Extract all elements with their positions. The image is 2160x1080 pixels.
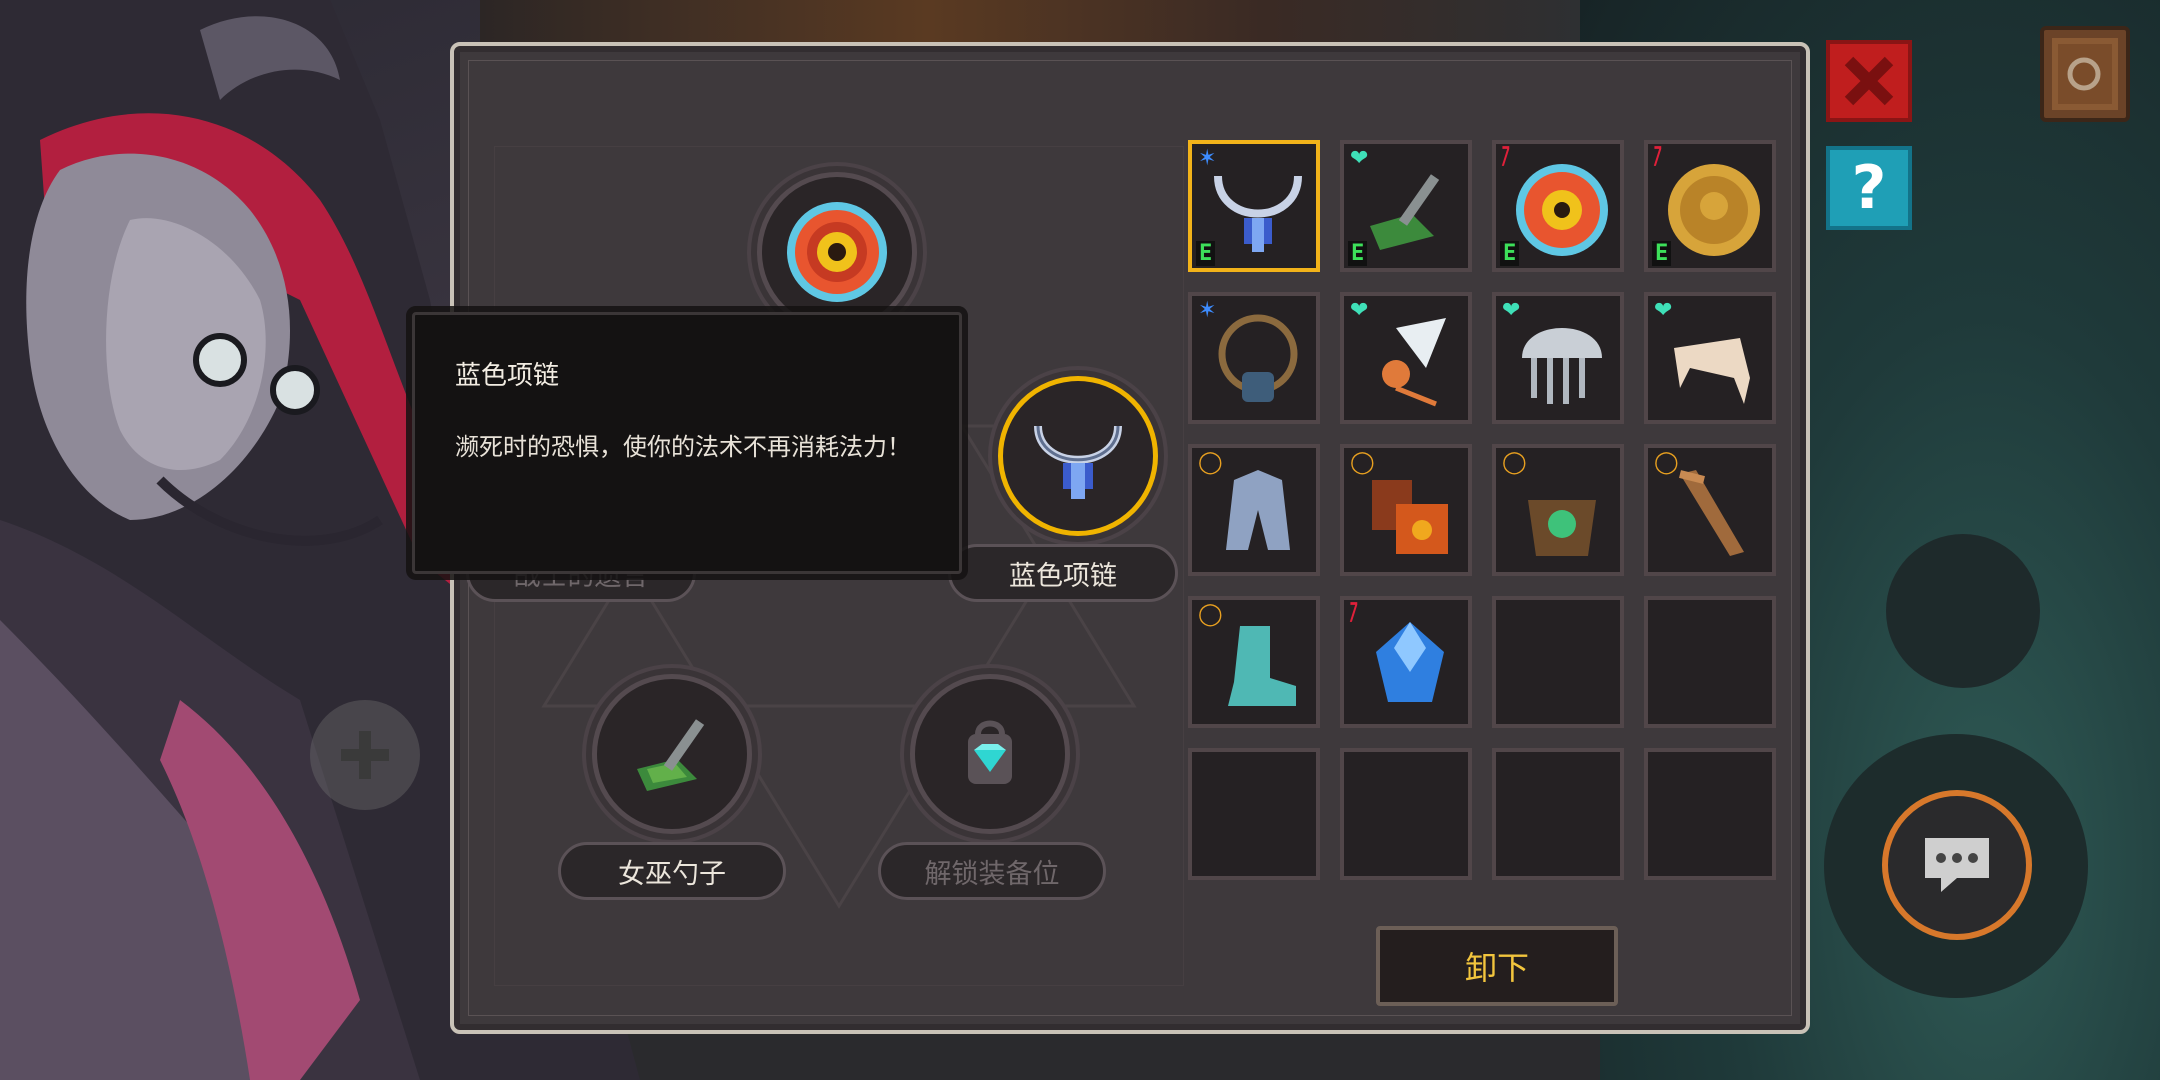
chat-bubble-icon — [1925, 838, 1989, 892]
inventory-slot[interactable]: ◯ — [1188, 444, 1320, 576]
wing-claw-icon — [1382, 318, 1446, 407]
background-bottom — [560, 1030, 1600, 1080]
inventory-slot-empty[interactable] — [1340, 748, 1472, 880]
inventory-slot[interactable]: ✶ — [1188, 292, 1320, 424]
inventory-slot[interactable]: ❤ E — [1340, 140, 1472, 272]
tooltip-description: 濒死时的恐惧，使你的法术不再消耗法力！ — [455, 433, 911, 461]
bone-icon — [1674, 338, 1750, 404]
target-icon — [1516, 164, 1608, 256]
inventory-slot[interactable]: ◯ — [1644, 444, 1776, 576]
equip-slot-bottom-left-label: 女巫勺子 — [558, 842, 786, 900]
shield-icon: ◯ — [1350, 450, 1375, 475]
iron-boots-icon — [1226, 470, 1290, 550]
jellyfish-helm-icon — [1522, 328, 1602, 404]
star-icon: ✶ — [1198, 298, 1217, 323]
blue-necklace-icon — [1214, 175, 1302, 252]
gold-coin-icon — [1668, 164, 1760, 256]
witch-spoon-icon — [637, 719, 705, 791]
heart-icon: ❤ — [1350, 298, 1369, 323]
tooltip-title: 蓝色项链 — [455, 361, 560, 391]
equip-slot-bottom-left[interactable] — [592, 674, 752, 834]
inventory-slot-empty[interactable] — [1644, 596, 1776, 728]
locked-gem-icon — [968, 720, 1012, 784]
close-button[interactable] — [1826, 40, 1912, 122]
target-icon — [787, 202, 887, 302]
help-button[interactable]: ? — [1826, 146, 1912, 230]
inventory-slot-empty[interactable] — [1188, 748, 1320, 880]
inventory-slot-empty[interactable] — [1492, 748, 1624, 880]
witch-spoon-icon — [1370, 174, 1440, 250]
unlock-slot-label: 解锁装备位 — [878, 842, 1106, 900]
chat-button[interactable] — [1882, 790, 2032, 940]
equip-slot-top[interactable] — [757, 172, 917, 332]
fire-gauntlet-icon — [1372, 480, 1448, 554]
star-icon: ✶ — [1198, 146, 1217, 171]
journal-book-button[interactable] — [2040, 26, 2130, 122]
inventory-slot[interactable]: ⧶ — [1340, 596, 1472, 728]
green-satchel-icon — [1528, 500, 1596, 556]
inventory-slot[interactable]: ◯ — [1188, 596, 1320, 728]
equip-slot-right[interactable] — [998, 376, 1158, 536]
book-icon — [2052, 38, 2118, 110]
shield-icon: ◯ — [1502, 450, 1527, 475]
equipped-badge: E — [1348, 241, 1368, 266]
heart-icon: ❤ — [1654, 298, 1673, 323]
heart-icon: ❤ — [1350, 146, 1369, 171]
inventory-slot[interactable]: ◯ — [1492, 444, 1624, 576]
red-slash-icon: ⧶ — [1350, 602, 1358, 627]
plus-icon — [341, 731, 389, 779]
shield-icon: ◯ — [1654, 450, 1679, 475]
equipped-badge: E — [1500, 241, 1520, 266]
equipped-badge: E — [1196, 241, 1216, 266]
inventory-slot[interactable]: ✶ E — [1188, 140, 1320, 272]
shield-icon: ◯ — [1198, 450, 1223, 475]
equip-slot-right-label: 蓝色项链 — [948, 544, 1178, 602]
teal-boot-icon — [1228, 626, 1296, 706]
inventory-slot[interactable]: ❤ — [1340, 292, 1472, 424]
shield-icon: ◯ — [1198, 602, 1223, 627]
inventory-slot[interactable]: ◯ — [1340, 444, 1472, 576]
unequip-button[interactable]: 卸下 — [1376, 926, 1618, 1006]
close-icon — [1844, 56, 1894, 106]
inventory-slot-empty[interactable] — [1644, 748, 1776, 880]
inventory-slot[interactable]: ❤ — [1644, 292, 1776, 424]
inventory-slot[interactable]: ⧶ E — [1492, 140, 1624, 272]
inventory-slot[interactable]: ⧶ E — [1644, 140, 1776, 272]
inventory-slot[interactable]: ❤ — [1492, 292, 1624, 424]
blue-necklace-icon — [1034, 425, 1122, 499]
inventory-slot-empty[interactable] — [1492, 596, 1624, 728]
red-slash-icon: ⧶ — [1502, 146, 1510, 171]
blue-gem-icon — [1376, 622, 1444, 702]
skill-joystick[interactable] — [1886, 534, 2040, 688]
heart-icon: ❤ — [1502, 298, 1521, 323]
equipped-badge: E — [1652, 241, 1672, 266]
wooden-pipe-icon — [1679, 470, 1744, 556]
equip-slot-locked[interactable] — [910, 674, 1070, 834]
add-button[interactable] — [310, 700, 420, 810]
item-tooltip: 蓝色项链 濒死时的恐惧，使你的法术不再消耗法力！ — [412, 312, 962, 574]
red-slash-icon: ⧶ — [1654, 146, 1662, 171]
skull-necklace-icon — [1218, 314, 1298, 402]
